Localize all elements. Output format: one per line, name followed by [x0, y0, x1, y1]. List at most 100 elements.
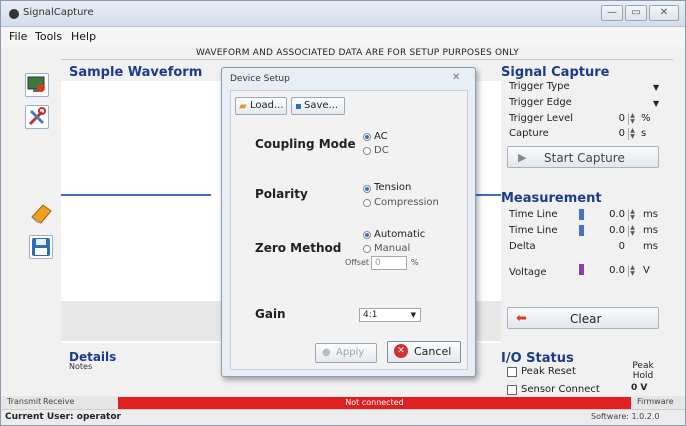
- polarity-compression-radio[interactable]: [363, 199, 371, 207]
- time-line-1-label: Time Line: [509, 209, 558, 220]
- time-line-2-label: Time Line: [509, 225, 558, 236]
- time-line-2-unit: ms: [643, 225, 658, 236]
- menu-help[interactable]: Help: [71, 30, 96, 43]
- close-button[interactable]: ✕: [649, 5, 679, 21]
- start-capture-label: Start Capture: [544, 151, 625, 165]
- offset-label: Offset: [345, 258, 370, 267]
- measurement-title: Measurement: [501, 191, 602, 206]
- menu-bar: File Tools Help: [1, 27, 685, 47]
- capture-value[interactable]: 0: [601, 128, 625, 139]
- save-button[interactable]: ▪ Save...: [291, 97, 345, 115]
- coupling-dc-radio[interactable]: [363, 147, 371, 155]
- peak-reset-checkbox[interactable]: [507, 367, 517, 377]
- time-line-2-value[interactable]: 0.0: [597, 225, 625, 236]
- time-line-1-spinner[interactable]: ▲ ▼: [628, 209, 636, 221]
- sample-waveform-title: Sample Waveform: [69, 65, 203, 80]
- time-line-1-cursor[interactable]: [579, 209, 584, 220]
- delta-value: 0: [618, 241, 625, 252]
- transmit-indicator: Transmit: [7, 397, 42, 406]
- trigger-type-dropdown-icon[interactable]: ▼: [653, 83, 659, 92]
- voltage-unit: V: [643, 265, 650, 276]
- time-line-2-cursor[interactable]: [579, 225, 584, 236]
- zero-method-label: Zero Method: [255, 241, 342, 255]
- signal-capture-title: Signal Capture: [501, 65, 610, 80]
- coupling-ac-radio[interactable]: [363, 133, 371, 141]
- coupling-mode-label: Coupling Mode: [255, 137, 356, 151]
- coupling-ac-label: AC: [374, 131, 388, 142]
- io-status-title: I/O Status: [501, 351, 574, 366]
- save-icon[interactable]: [29, 235, 53, 259]
- connection-status-text: Not connected: [345, 398, 404, 407]
- app-icon: [9, 9, 19, 19]
- time-line-1-unit: ms: [643, 209, 658, 220]
- dialog-title: Device Setup: [230, 74, 290, 84]
- menu-file[interactable]: File: [9, 30, 27, 43]
- trigger-edge-label: Trigger Edge: [509, 97, 572, 108]
- zero-manual-radio[interactable]: [363, 245, 371, 253]
- dialog-close-icon[interactable]: ✕: [452, 72, 460, 83]
- gain-select[interactable]: 4:1 ▼: [359, 308, 421, 322]
- delta-unit: ms: [643, 241, 658, 252]
- apply-icon: ●: [322, 347, 331, 358]
- time-line-1-value[interactable]: 0.0: [597, 209, 625, 220]
- cancel-button[interactable]: ✕ Cancel: [387, 341, 461, 363]
- capture-spinner[interactable]: ▲ ▼: [628, 128, 636, 140]
- gain-label: Gain: [255, 307, 286, 321]
- device-setup-dialog: Device Setup ✕ ▰ Load... ▪ Save... Coupl…: [221, 67, 476, 377]
- capture-label: Capture: [509, 128, 549, 139]
- voltage-value[interactable]: 0.0: [597, 265, 625, 276]
- gain-dropdown-icon: ▼: [410, 311, 416, 319]
- voltage-spinner[interactable]: ▲ ▼: [628, 265, 636, 277]
- offset-input[interactable]: 0: [371, 256, 407, 270]
- clear-button[interactable]: ⬅ Clear: [507, 307, 659, 329]
- cancel-icon: ✕: [394, 344, 408, 358]
- folder-icon: ▰: [239, 101, 247, 112]
- sensor-connect-checkbox[interactable]: [507, 385, 517, 395]
- tools-icon[interactable]: [25, 105, 49, 129]
- current-user: Current User: operator: [5, 412, 121, 422]
- polarity-tension-label: Tension: [374, 182, 412, 193]
- start-capture-button[interactable]: ▶ Start Capture: [507, 146, 659, 168]
- delta-label: Delta: [509, 241, 536, 252]
- firmware-label: Firmware: [637, 397, 674, 406]
- load-button[interactable]: ▰ Load...: [235, 97, 287, 115]
- menu-tools[interactable]: Tools: [35, 30, 62, 43]
- peak-hold-value: 0 V: [631, 383, 648, 393]
- monitor-icon[interactable]: [25, 73, 49, 97]
- coupling-dc-label: DC: [374, 145, 389, 156]
- voltage-label: Voltage: [509, 267, 547, 278]
- polarity-label: Polarity: [255, 187, 308, 201]
- footer: Current User: operator Software: 1.0.2.0: [1, 409, 685, 425]
- maximize-button[interactable]: ▭: [625, 5, 647, 21]
- zero-automatic-radio[interactable]: [363, 231, 371, 239]
- title-bar: SignalCapture — ▭ ✕: [1, 1, 685, 27]
- apply-button[interactable]: ● Apply: [315, 343, 377, 363]
- clear-icon: ⬅: [516, 311, 527, 326]
- trigger-level-value[interactable]: 0: [601, 113, 625, 124]
- clear-label: Clear: [570, 312, 602, 326]
- trigger-edge-dropdown-icon[interactable]: ▼: [653, 99, 659, 108]
- eraser-icon[interactable]: [29, 201, 53, 225]
- app-window: SignalCapture — ▭ ✕ File Tools Help WAVE…: [0, 0, 686, 426]
- capture-unit: s: [641, 128, 647, 139]
- peak-hold-label: Peak Hold: [632, 361, 654, 381]
- polarity-tension-radio[interactable]: [363, 185, 371, 193]
- trigger-level-label: Trigger Level: [509, 113, 574, 124]
- save-label: Save...: [304, 100, 339, 111]
- connection-status-bar: Not connected: [118, 397, 631, 409]
- play-icon: ▶: [518, 151, 527, 164]
- divider: [61, 59, 673, 60]
- time-line-2-spinner[interactable]: ▲ ▼: [628, 225, 636, 237]
- trigger-level-spinner[interactable]: ▲ ▼: [628, 113, 636, 125]
- gain-value: 4:1: [363, 310, 378, 320]
- peak-reset-label: Peak Reset: [521, 366, 576, 377]
- minimize-button[interactable]: —: [601, 5, 623, 21]
- receive-indicator: Receive: [43, 397, 75, 406]
- setup-banner: WAVEFORM AND ASSOCIATED DATA ARE FOR SET…: [196, 48, 519, 58]
- voltage-cursor[interactable]: [579, 264, 584, 275]
- notes-label: Notes: [69, 362, 93, 371]
- trigger-line[interactable]: [61, 194, 211, 196]
- polarity-compression-label: Compression: [374, 197, 439, 208]
- software-version: Software: 1.0.2.0: [591, 412, 660, 421]
- trigger-level-unit: %: [641, 113, 651, 124]
